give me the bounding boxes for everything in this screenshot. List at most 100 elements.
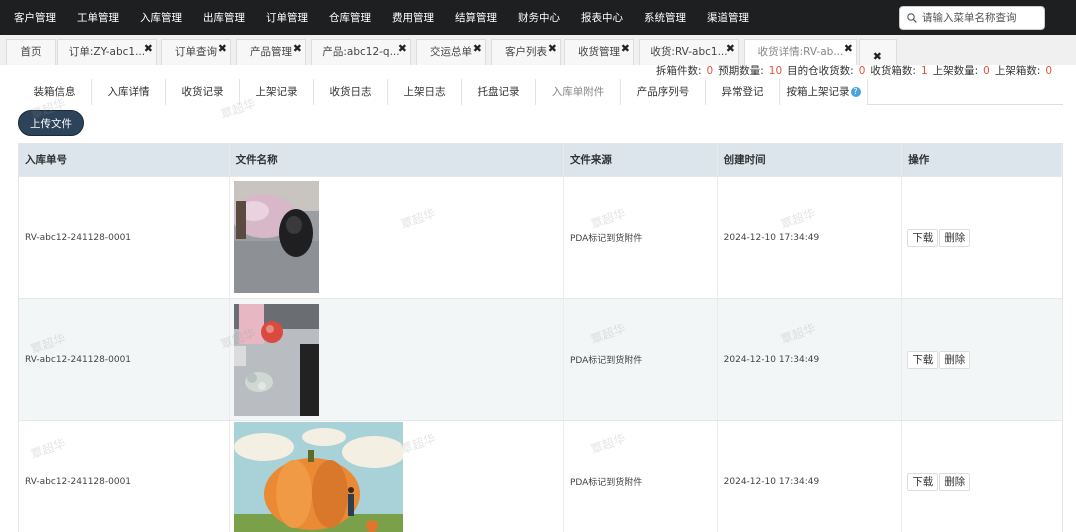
menu-item-warehouse[interactable]: 仓库管理 [315,0,378,35]
close-icon[interactable]: ✖ [873,44,882,65]
menu-item-system[interactable]: 系统管理 [630,0,693,35]
subtab-packing-info[interactable]: 装箱信息 [18,79,92,105]
tab-label: 收货:RV-abc1... [650,46,728,58]
subtab-label: 按箱上架记录 [786,86,850,98]
search-icon [907,13,917,23]
subtab-serial-numbers[interactable]: 产品序列号 [621,79,706,105]
tab-receiving-rv[interactable]: 收货:RV-abc1... ✖ [639,39,739,65]
subtab-label: 装箱信息 [33,86,76,98]
table-row: RV-abc12-241128-0001 PDA标记到货附件 2024-12-1… [19,298,1062,420]
upload-file-button[interactable]: 上传文件 [18,110,84,136]
tab-receiving-detail[interactable]: 收货详情:RV-ab... ✖ [744,39,857,65]
tab-blank[interactable]: ✖ [859,39,897,65]
menu-item-inbound[interactable]: 入库管理 [126,0,189,35]
delete-button[interactable]: 删除 [939,350,971,369]
table-header: 入库单号 文件名称 文件来源 创建时间 操作 [19,144,1062,176]
tab-home[interactable]: 首页 [6,39,56,65]
subtab-label: 上架日志 [403,86,446,98]
top-nav: 客户管理 工单管理 入库管理 出库管理 订单管理 仓库管理 费用管理 结算管理 … [0,0,1076,35]
menu-item-customer[interactable]: 客户管理 [0,0,63,35]
stat-value: 10 [768,65,783,77]
search-input[interactable] [922,10,1040,26]
col-file-name: 文件名称 [230,144,564,176]
close-icon[interactable]: ✖ [144,40,153,61]
col-actions: 操作 [902,144,1062,176]
subtab-pallet-records[interactable]: 托盘记录 [462,79,536,105]
menu-item-fees[interactable]: 费用管理 [378,0,441,35]
menu-item-settlement[interactable]: 结算管理 [441,0,504,35]
top-menu: 客户管理 工单管理 入库管理 出库管理 订单管理 仓库管理 费用管理 结算管理 … [0,0,756,35]
close-icon[interactable]: ✖ [548,40,557,61]
subtab-label: 托盘记录 [477,86,520,98]
subtab-putaway-records[interactable]: 上架记录 [240,79,314,105]
col-order-no: 入库单号 [19,144,230,176]
close-icon[interactable]: ✖ [844,40,853,61]
delete-button[interactable]: 删除 [939,228,971,247]
subtab-inbound-detail[interactable]: 入库详情 [92,79,166,105]
close-icon[interactable]: ✖ [218,40,227,61]
menu-item-orders[interactable]: 订单管理 [252,0,315,35]
tab-receiving-mgmt[interactable]: 收货管理 ✖ [564,39,634,65]
subtab-label: 产品序列号 [636,86,690,98]
stat-label: 收货箱数: [870,65,916,77]
desk-items-photo-thumbnail[interactable] [233,304,319,416]
stat-label: 拆箱件数: [656,65,702,77]
help-icon[interactable]: ? [850,87,861,97]
subtab-receiving-log[interactable]: 收货日志 [314,79,388,105]
stat-value: 0 [1045,65,1053,77]
table-row: RV-abc12-241128-0001 PDA标记到货附件 2024-12-1… [19,176,1062,298]
subtab-exceptions[interactable]: 异常登记 [706,79,780,105]
tab-product-abc12[interactable]: 产品:abc12-q... ✖ [311,39,411,65]
close-icon[interactable]: ✖ [621,40,630,61]
tab-label: 产品:abc12-q... [322,46,400,58]
tab-order-zy[interactable]: 订单:ZY-abc1... ✖ [57,39,157,65]
file-cell [230,421,564,532]
tab-label: 客户列表 [505,46,547,58]
row-actions: 下载 删除 [902,177,1062,298]
close-icon[interactable]: ✖ [473,40,482,61]
tab-order-query[interactable]: 订单查询 ✖ [161,39,231,65]
subtab-label: 入库详情 [107,86,150,98]
download-button[interactable]: 下载 [907,350,939,369]
tab-shipment-master[interactable]: 交运总单 ✖ [416,39,486,65]
order-number: RV-abc12-241128-0001 [19,299,230,420]
delete-button[interactable]: 删除 [939,472,971,491]
subtab-label: 收货记录 [181,86,224,98]
menu-item-workorder[interactable]: 工单管理 [63,0,126,35]
mouse-photo-thumbnail[interactable] [233,181,319,293]
menu-item-channels[interactable]: 渠道管理 [693,0,756,35]
attachments-table: 入库单号 文件名称 文件来源 创建时间 操作 RV-abc12-241128-0… [18,143,1063,532]
subtab-attachments[interactable]: 入库单附件 [536,79,621,105]
menu-item-reports[interactable]: 报表中心 [567,0,630,35]
close-icon[interactable]: ✖ [293,40,302,61]
subtab-putaway-log[interactable]: 上架日志 [388,79,462,105]
subtab-box-putaway[interactable]: 按箱上架记录? [780,79,868,105]
stat-label: 目的仓收货数: [787,65,854,77]
tab-label: 订单:ZY-abc1... [68,46,146,58]
subtab-receiving-records[interactable]: 收货记录 [166,79,240,105]
stat-value: 1 [920,65,928,77]
file-source: PDA标记到货附件 [564,177,718,298]
created-time: 2024-12-10 17:34:49 [718,421,903,532]
subtab-label: 异常登记 [721,86,764,98]
file-cell [230,299,564,420]
close-icon[interactable]: ✖ [726,40,735,61]
tab-product-mgmt[interactable]: 产品管理 ✖ [236,39,306,65]
subtab-label: 入库单附件 [551,86,605,98]
menu-item-outbound[interactable]: 出库管理 [189,0,252,35]
close-icon[interactable]: ✖ [398,40,407,61]
download-button[interactable]: 下载 [907,472,939,491]
stat-label: 上架数量: [932,65,979,77]
stat-value: 0 [706,65,714,77]
menu-search [899,6,1045,30]
stat-value: 0 [858,65,866,77]
order-number: RV-abc12-241128-0001 [19,421,230,532]
order-number: RV-abc12-241128-0001 [19,177,230,298]
menu-item-finance[interactable]: 财务中心 [504,0,567,35]
subtab-label: 上架记录 [255,86,298,98]
tab-label: 收货详情:RV-ab... [757,46,844,58]
tab-customer-list[interactable]: 客户列表 ✖ [491,39,561,65]
download-button[interactable]: 下载 [907,228,939,247]
pumpkin-illustration-thumbnail[interactable] [233,422,403,532]
stat-value: 0 [983,65,990,77]
